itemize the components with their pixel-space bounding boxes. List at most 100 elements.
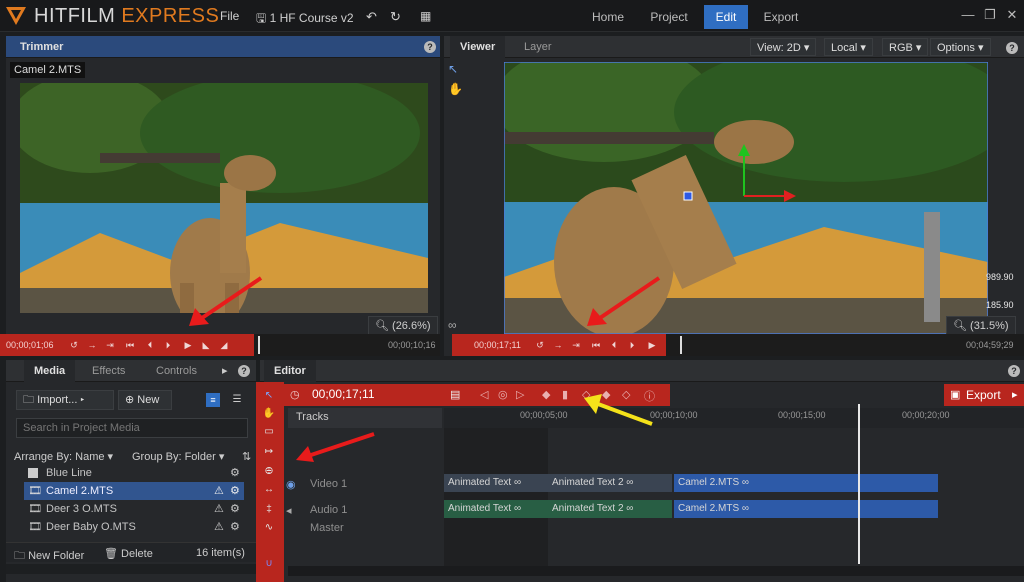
tab-edit[interactable]: Edit	[704, 5, 748, 29]
tab-controls[interactable]: Controls	[146, 360, 207, 382]
add-keyframe-icon[interactable]: ◎	[498, 388, 508, 401]
audio-clip-animated-text[interactable]: Animated Text ∞	[444, 500, 548, 518]
new-button[interactable]: ⊕ New	[118, 390, 172, 410]
audio-clip-camel[interactable]: Camel 2.MTS ∞	[674, 500, 938, 518]
step-forward-icon[interactable]: ⏵	[626, 339, 638, 351]
timeline-ruler[interactable]: 00;00;05;00 00;00;10;00 00;00;15;00 00;0…	[444, 408, 1024, 428]
video-clip-camel[interactable]: Camel 2.MTS ∞	[674, 474, 938, 492]
play-icon[interactable]: ▶	[182, 339, 194, 351]
step-back-icon[interactable]: ⏴	[144, 339, 156, 351]
mark-in-icon[interactable]: ◣	[200, 339, 212, 351]
editor-title[interactable]: Editor	[264, 360, 316, 382]
audio-clip-animated-text-2[interactable]: Animated Text 2 ∞	[548, 500, 672, 518]
visibility-eye-icon[interactable]: ◉	[286, 478, 296, 491]
link-icon[interactable]: ∞	[448, 318, 457, 332]
group-dropdown[interactable]: Group By: Folder ▾	[132, 450, 224, 463]
play-icon[interactable]: ▶	[646, 339, 658, 351]
insert-icon[interactable]: →	[552, 339, 564, 351]
track-master[interactable]: Master	[310, 522, 344, 534]
channel-dropdown[interactable]: RGB ▾	[882, 38, 929, 56]
chevron-right-icon[interactable]: ▸	[222, 364, 228, 377]
marker-icon[interactable]: ▮	[562, 388, 568, 401]
media-help-icon[interactable]: ?	[238, 365, 250, 377]
warning-icon[interactable]: ⚠	[214, 482, 224, 500]
tab-home[interactable]: Home	[586, 5, 630, 29]
trimmer-timecode[interactable]: 00;00;01;06	[6, 340, 54, 350]
warning-icon[interactable]: ⚠	[214, 518, 224, 536]
go-start-icon[interactable]: ⏮	[124, 339, 136, 351]
gear-icon[interactable]: ⚙	[230, 518, 240, 536]
search-input[interactable]	[16, 418, 248, 438]
timeline-scrollbar[interactable]	[288, 566, 1024, 576]
warning-icon[interactable]: ⚠	[214, 500, 224, 518]
viewer-scrub-bar[interactable]: 00;04;59;29	[666, 334, 1024, 356]
editor-timecode[interactable]: 00;00;17;11	[312, 387, 375, 401]
tab-media[interactable]: Media	[24, 360, 76, 382]
viewer-video-frame[interactable]	[504, 62, 988, 334]
export-button[interactable]: ▣ Export ▸	[944, 384, 1024, 406]
slice-tool-icon[interactable]: ▭	[261, 424, 277, 440]
media-item[interactable]: 🎞︎ Deer 3 O.MTS ⚠ ⚙	[24, 500, 244, 518]
timeline-settings-icon[interactable]: ▤	[450, 388, 460, 401]
loop-icon[interactable]: ↺	[534, 339, 546, 351]
project-name-menu[interactable]: 🖫 1 HF Course v2	[256, 9, 354, 30]
close-icon[interactable]: ✕	[1002, 5, 1022, 25]
magnet-icon[interactable]: ∪	[261, 556, 277, 572]
redo-icon[interactable]: ↻	[390, 9, 401, 25]
insert-icon[interactable]: →	[86, 339, 98, 351]
import-button[interactable]: 🗀︎ Import... ▸	[16, 390, 114, 410]
media-scrollbar[interactable]	[6, 564, 256, 574]
hand-tool-icon[interactable]: ✋	[261, 406, 277, 422]
viewer-playhead[interactable]	[680, 336, 682, 354]
undo-icon[interactable]: ↶	[366, 9, 377, 25]
select-tool-icon[interactable]: ↖	[261, 388, 277, 404]
loop-icon[interactable]: ↺	[68, 339, 80, 351]
track-audio-1[interactable]: Audio 1	[310, 504, 347, 516]
video-clip-animated-text[interactable]: Animated Text ∞	[444, 474, 548, 492]
prev-edit-icon[interactable]: ◁	[480, 388, 488, 401]
speaker-icon[interactable]: ◂	[286, 504, 292, 517]
minimize-icon[interactable]: —	[958, 5, 978, 25]
gear-icon[interactable]: ⚙	[230, 500, 240, 518]
step-back-icon[interactable]: ⏴	[608, 339, 620, 351]
ripple-tool-icon[interactable]: ↦	[261, 444, 277, 460]
media-item[interactable]: 🎞︎ Deer Baby O.MTS ⚠ ⚙	[24, 518, 244, 536]
tab-layer[interactable]: Layer	[514, 36, 562, 58]
trimmer-playhead[interactable]	[258, 336, 260, 354]
view-mode-dropdown[interactable]: View: 2D ▾	[750, 38, 817, 56]
trimmer-zoom[interactable]: 🔍︎ (26.6%)	[368, 316, 438, 335]
go-start-icon[interactable]: ⏮	[590, 339, 602, 351]
tab-effects[interactable]: Effects	[82, 360, 135, 382]
hand-tool-icon[interactable]: ✋	[448, 82, 464, 98]
grid-icon[interactable]: ▦	[420, 9, 431, 23]
step-forward-icon[interactable]: ⏵	[162, 339, 174, 351]
overlay-icon[interactable]: ⇥	[104, 339, 116, 351]
help-icon[interactable]: ?	[424, 41, 436, 53]
slide-tool-icon[interactable]: ‡	[261, 502, 277, 518]
arrange-dropdown[interactable]: Arrange By: Name ▾	[14, 450, 113, 463]
roll-tool-icon[interactable]: ⨸	[261, 464, 277, 480]
detail-view-icon[interactable]: ☰	[230, 393, 244, 407]
next-edit-icon[interactable]: ▷	[516, 388, 524, 401]
trimmer-title[interactable]: Trimmer	[10, 36, 73, 58]
media-item[interactable]: Blue Line ⚙	[24, 464, 244, 482]
mark-out-icon[interactable]: ◢	[218, 339, 230, 351]
viewer-zoom[interactable]: 🔍︎ (31.5%)	[946, 316, 1016, 335]
delete-button[interactable]: 🗑︎ Delete	[104, 547, 153, 560]
track-video-1[interactable]: Video 1	[310, 478, 347, 490]
gear-icon[interactable]: ⚙	[230, 464, 240, 482]
menu-file[interactable]: File	[220, 9, 239, 23]
editor-help-icon[interactable]: ?	[1008, 365, 1020, 377]
video-clip-animated-text-2[interactable]: Animated Text 2 ∞	[548, 474, 672, 492]
tab-viewer[interactable]: Viewer	[450, 36, 506, 58]
rate-tool-icon[interactable]: ∿	[261, 520, 277, 536]
restore-icon[interactable]: ❐	[980, 5, 1000, 25]
media-item[interactable]: 🎞︎ Camel 2.MTS ⚠ ⚙	[24, 482, 244, 500]
tab-project[interactable]: Project	[644, 5, 694, 29]
options-dropdown[interactable]: Options ▾	[930, 38, 991, 56]
viewer-help-icon[interactable]: ?	[1006, 42, 1018, 54]
space-dropdown[interactable]: Local ▾	[824, 38, 873, 56]
trimmer-scrub-bar[interactable]: 00;00;10;16	[254, 334, 440, 356]
sort-icon[interactable]: ⇅	[242, 450, 251, 463]
list-view-icon[interactable]: ≡	[206, 393, 220, 407]
